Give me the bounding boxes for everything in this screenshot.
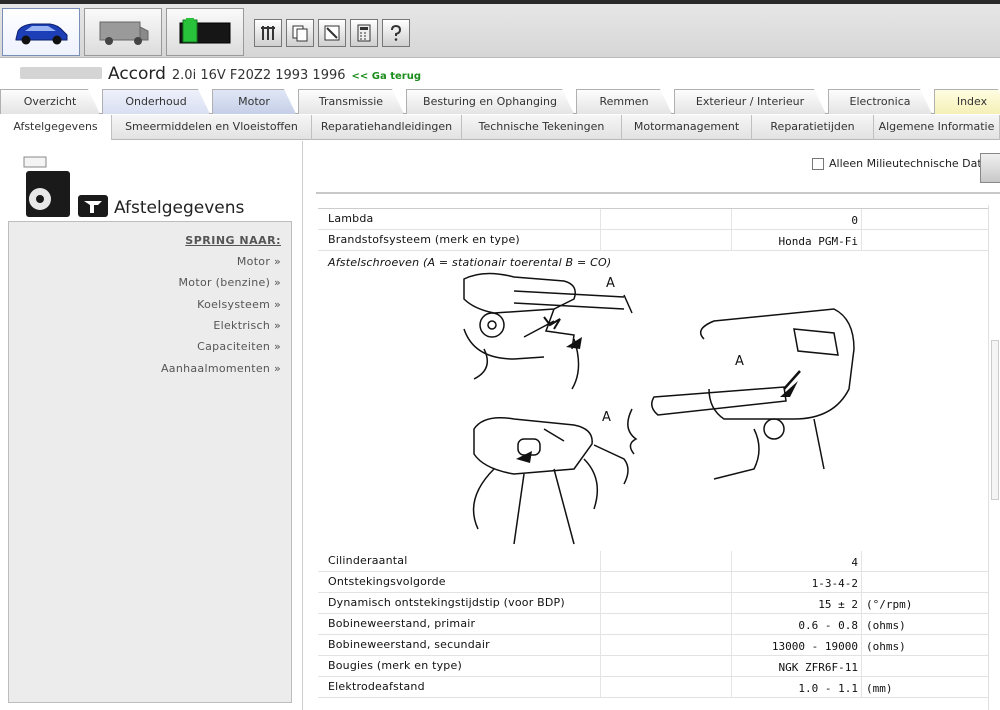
- van-icon: [99, 21, 149, 45]
- row-value: 13000 - 19000: [771, 640, 858, 653]
- tab-besturing[interactable]: Besturing en Ophanging: [406, 89, 574, 114]
- milieu-label: Alleen Milieutechnische Data: [829, 157, 989, 170]
- row-unit: (mm): [866, 682, 893, 695]
- window-top-edge: [0, 0, 1000, 4]
- subtab-reparatietijden[interactable]: Reparatietijden: [752, 115, 874, 140]
- tab-exterieur[interactable]: Exterieur / Interieur: [674, 89, 826, 114]
- content-area: Alleen Milieutechnische Data Lambda 0 Br…: [304, 141, 1000, 710]
- row-label: Brandstofsysteem (merk en type): [328, 233, 520, 246]
- table-row: Ontstekingsvolgorde 1-3-4-2: [318, 572, 995, 593]
- row-unit: (ohms): [866, 619, 906, 632]
- data-table: Lambda 0 Brandstofsysteem (merk en type)…: [318, 208, 995, 698]
- vehicle-title: Accord 2.0i 16V F20Z2 1993 1996 << Ga te…: [20, 64, 421, 86]
- top-toolbar: [0, 0, 1000, 58]
- subtab-afstelgegevens[interactable]: Afstelgegevens: [0, 115, 112, 140]
- tab-electronica[interactable]: Electronica: [828, 89, 932, 114]
- help-icon: [391, 24, 402, 41]
- vehicle-model: Accord: [108, 64, 166, 84]
- tools-icon: [261, 26, 275, 40]
- subtab-motormanagement[interactable]: Motormanagement: [622, 115, 752, 140]
- row-unit: (ohms): [866, 640, 906, 653]
- row-label: Lambda: [328, 212, 374, 225]
- battery-icon: [179, 18, 231, 44]
- tab-overzicht[interactable]: Overzicht: [0, 89, 100, 114]
- diagram-label-a2: A: [602, 410, 611, 425]
- subtab-technische-tekeningen[interactable]: Technische Tekeningen: [462, 115, 622, 140]
- battery-tab[interactable]: [166, 8, 244, 56]
- table-row: Bougies (merk en type) NGK ZFR6F-11: [318, 656, 995, 677]
- sub-tabs: Afstelgegevens Smeermiddelen en Vloeisto…: [0, 115, 1000, 140]
- row-label: Ontstekingsvolgorde: [328, 575, 446, 588]
- edit-icon: [324, 25, 340, 41]
- row-label: Cilinderaantal: [328, 554, 408, 567]
- print-button[interactable]: [980, 153, 1000, 183]
- row-value: 4: [851, 556, 858, 569]
- jump-link-capaciteiten[interactable]: Capaciteiten »: [197, 340, 281, 353]
- row-value: Honda PGM-Fi: [778, 235, 858, 248]
- scrollbar-thumb[interactable]: [991, 340, 999, 500]
- subtab-algemene-informatie[interactable]: Algemene Informatie: [874, 115, 1000, 140]
- row-label: Bobineweerstand, secundair: [328, 638, 490, 651]
- copy-button[interactable]: [286, 19, 314, 47]
- row-value: NGK ZFR6F-11: [778, 661, 858, 674]
- main-tabs: Overzicht Onderhoud Motor Transmissie Be…: [0, 89, 1000, 114]
- table-row: Dynamisch ontstekingstijdstip (voor BDP)…: [318, 593, 995, 614]
- table-row: Cilinderaantal 4: [318, 551, 995, 572]
- row-value: 0.6 - 0.8: [798, 619, 858, 632]
- calculator-button[interactable]: [350, 19, 378, 47]
- table-row: Bobineweerstand, primair 0.6 - 0.8 (ohms…: [318, 614, 995, 635]
- jump-nav: SPRING NAAR: Motor » Motor (benzine) » K…: [8, 221, 292, 703]
- tab-remmen[interactable]: Remmen: [576, 89, 672, 114]
- row-label: Dynamisch ontstekingstijdstip (voor BDP): [328, 596, 565, 609]
- row-unit: (°/rpm): [866, 598, 913, 611]
- row-label: Bobineweerstand, primair: [328, 617, 476, 630]
- row-label: Elektrodeafstand: [328, 680, 425, 693]
- calculator-icon: [357, 24, 371, 42]
- table-row: Lambda 0: [318, 209, 995, 230]
- left-panel: Afstelgegevens SPRING NAAR: Motor » Moto…: [0, 141, 303, 710]
- diagram-label-a3: A: [735, 354, 744, 369]
- car-icon: [15, 23, 68, 45]
- section-title: Afstelgegevens: [114, 198, 245, 218]
- row-value: 1-3-4-2: [811, 577, 858, 590]
- content-divider: [316, 192, 1000, 194]
- vertical-scrollbar[interactable]: [988, 205, 1000, 710]
- blurred-make: [20, 67, 102, 79]
- tab-index[interactable]: Index: [934, 89, 1000, 114]
- jump-link-koelsysteem[interactable]: Koelsysteem »: [197, 298, 281, 311]
- milieu-filter[interactable]: Alleen Milieutechnische Data: [812, 157, 988, 170]
- adjustment-screws-diagram: A A A: [463, 272, 855, 545]
- tools-button[interactable]: [254, 19, 282, 47]
- table-row: Brandstofsysteem (merk en type) Honda PG…: [318, 230, 995, 251]
- van-tab[interactable]: [84, 8, 162, 56]
- row-value: 1.0 - 1.1: [798, 682, 858, 695]
- milieu-checkbox[interactable]: [812, 157, 824, 170]
- jump-link-motor-benzine[interactable]: Motor (benzine) »: [179, 276, 281, 289]
- edit-button[interactable]: [318, 19, 346, 47]
- table-row: Bobineweerstand, secundair 13000 - 19000…: [318, 635, 995, 656]
- copy-icon: [292, 25, 308, 42]
- tab-motor[interactable]: Motor: [212, 89, 296, 114]
- diagram-caption: Afstelschroeven (A = stationair toerenta…: [328, 256, 612, 269]
- row-label: Bougies (merk en type): [328, 659, 462, 672]
- jump-link-aanhaalmomenten[interactable]: Aanhaalmomenten »: [161, 362, 281, 375]
- row-value: 0: [851, 214, 858, 227]
- subtab-smeermiddelen[interactable]: Smeermiddelen en Vloeistoffen: [112, 115, 312, 140]
- jump-link-elektrisch[interactable]: Elektrisch »: [213, 319, 281, 332]
- car-tab[interactable]: [2, 8, 80, 56]
- back-link[interactable]: << Ga terug: [352, 71, 421, 82]
- tab-onderhoud[interactable]: Onderhoud: [102, 89, 210, 114]
- table-row: Elektrodeafstand 1.0 - 1.1 (mm): [318, 677, 995, 698]
- subtab-reparatiehandleidingen[interactable]: Reparatiehandleidingen: [312, 115, 462, 140]
- jump-nav-heading: SPRING NAAR:: [185, 234, 281, 247]
- row-value: 15 ± 2: [818, 598, 858, 611]
- diagram-label-a1: A: [606, 276, 615, 291]
- help-button[interactable]: [382, 19, 410, 47]
- vehicle-spec: 2.0i 16V F20Z2 1993 1996: [171, 68, 346, 83]
- tab-transmissie[interactable]: Transmissie: [298, 89, 404, 114]
- jump-link-motor[interactable]: Motor »: [237, 255, 281, 268]
